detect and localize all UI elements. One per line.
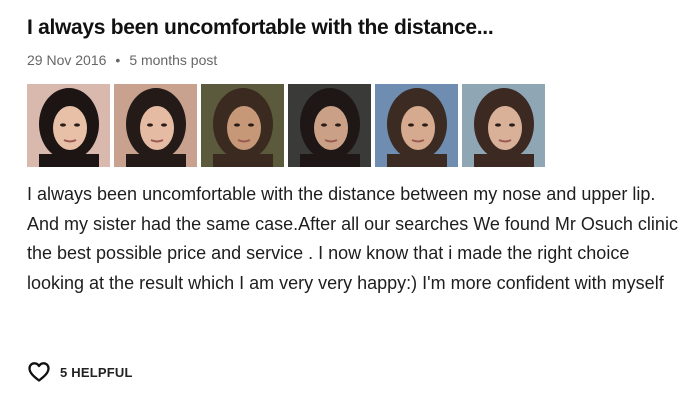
helpful-count: 5 HELPFUL — [60, 364, 133, 380]
review-date: 29 Nov 2016 — [27, 52, 107, 68]
review-photo-2[interactable] — [114, 84, 197, 167]
photo-strip — [27, 84, 545, 167]
heart-outline-icon — [27, 360, 51, 384]
review-card: I always been uncomfortable with the dis… — [0, 0, 700, 403]
review-title[interactable]: I always been uncomfortable with the dis… — [27, 16, 494, 40]
review-photo-3[interactable] — [201, 84, 284, 167]
review-meta: 29 Nov 2016 • 5 months post — [27, 52, 217, 68]
post-age: 5 months post — [129, 52, 218, 68]
helpful-button[interactable]: 5 HELPFUL — [27, 360, 133, 384]
meta-separator: • — [115, 52, 121, 68]
review-body: I always been uncomfortable with the dis… — [27, 184, 678, 293]
review-photo-5[interactable] — [375, 84, 458, 167]
review-photo-4[interactable] — [288, 84, 371, 167]
review-photo-6[interactable] — [462, 84, 545, 167]
review-photo-1[interactable] — [27, 84, 110, 167]
